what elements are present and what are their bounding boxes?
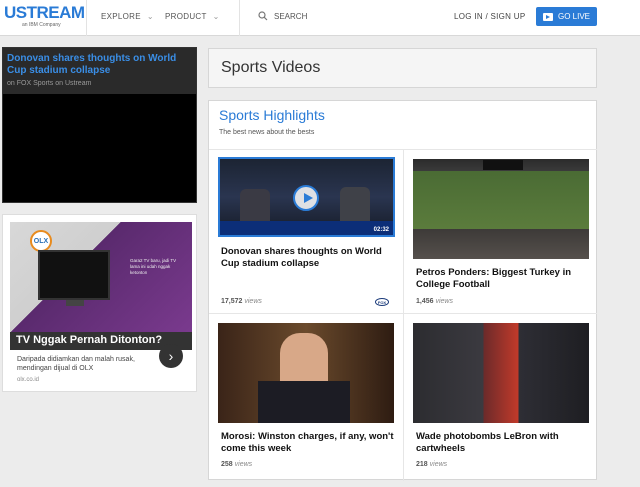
nav-explore[interactable]: EXPLORE ⌄ <box>101 12 154 21</box>
video-title[interactable]: Petros Ponders: Biggest Turkey in Colleg… <box>416 267 591 291</box>
chevron-down-icon: ⌄ <box>212 12 220 21</box>
camera-icon <box>542 12 553 21</box>
reporter-suit <box>258 381 350 423</box>
nav-product[interactable]: PRODUCT ⌄ <box>165 12 220 21</box>
video-card[interactable]: Petros Ponders: Biggest Turkey in Colleg… <box>403 149 597 313</box>
video-title[interactable]: Wade photobombs LeBron with cartwheels <box>416 431 591 455</box>
views-word: views <box>429 461 448 468</box>
login-signup-link[interactable]: LOG IN / SIGN UP <box>454 12 525 21</box>
video-thumbnail[interactable] <box>413 159 589 259</box>
advertisement[interactable]: OLX Gara2 TV baru, jadi TV lama ini udah… <box>2 214 197 392</box>
fox-logo: FOX <box>375 298 389 306</box>
view-count: 17,572 views <box>221 298 262 305</box>
view-count-number: 258 <box>221 461 233 468</box>
video-card[interactable]: 02:32 Donovan shares thoughts on World C… <box>209 149 403 313</box>
page-title: Sports Videos <box>221 59 321 76</box>
header-divider <box>239 0 240 36</box>
nav-product-label: PRODUCT <box>165 12 207 21</box>
ad-description: Daripada didiamkan dan malah rusak, mend… <box>17 356 135 372</box>
highlights-subtitle: The best news about the bests <box>219 129 315 136</box>
video-thumbnail[interactable]: 02:32 <box>218 157 395 237</box>
ad-bubble-text: Gara2 TV baru, jadi TV lama ini udah ngg… <box>130 258 177 275</box>
highlights-title: Sports Highlights <box>219 107 325 123</box>
view-count-number: 218 <box>416 461 428 468</box>
tv-image <box>38 250 110 306</box>
view-count: 1,456 views <box>416 298 453 305</box>
chevron-down-icon: ⌄ <box>146 12 154 21</box>
player-header: Donovan shares thoughts on World Cup sta… <box>3 48 196 94</box>
play-icon[interactable] <box>293 185 319 211</box>
search-label: SEARCH <box>274 11 308 21</box>
olx-logo: OLX <box>30 230 52 252</box>
top-header: USTREAM an IBM Company EXPLORE ⌄ PRODUCT ⌄… <box>0 0 640 36</box>
video-title[interactable]: Morosi: Winston charges, if any, won't c… <box>221 431 396 455</box>
nav-explore-label: EXPLORE <box>101 12 141 21</box>
go-live-label: GO LIVE <box>557 12 590 21</box>
category-header: Sports Videos <box>208 48 597 88</box>
views-word: views <box>234 461 253 468</box>
video-player[interactable]: Donovan shares thoughts on World Cup sta… <box>2 47 197 203</box>
video-thumbnail[interactable] <box>218 323 394 423</box>
views-word: views <box>435 298 453 305</box>
view-count: 218 views <box>416 461 447 468</box>
search-button[interactable]: SEARCH <box>258 11 307 21</box>
video-duration: 02:32 <box>373 227 389 233</box>
logo-subtext: an IBM Company <box>22 22 61 28</box>
chevron-right-icon[interactable]: › <box>159 344 183 368</box>
search-icon <box>258 11 268 21</box>
ad-image: OLX Gara2 TV baru, jadi TV lama ini udah… <box>10 222 192 332</box>
video-thumbnail[interactable] <box>413 323 589 423</box>
logo-text: USTREAM <box>4 3 85 22</box>
video-card[interactable]: Morosi: Winston charges, if any, won't c… <box>209 313 403 481</box>
desk <box>220 221 393 235</box>
video-card[interactable]: Wade photobombs LeBron with cartwheels 2… <box>403 313 597 481</box>
player-title[interactable]: Donovan shares thoughts on World Cup sta… <box>7 53 192 77</box>
sports-highlights-panel: Sports Highlights The best news about th… <box>208 100 597 481</box>
player-subtitle: on FOX Sports on Ustream <box>7 80 92 87</box>
ustream-logo[interactable]: USTREAM an IBM Company <box>4 3 85 29</box>
view-count: 258 views <box>221 461 252 468</box>
view-count-number: 17,572 <box>221 298 243 305</box>
video-title[interactable]: Donovan shares thoughts on World Cup sta… <box>221 246 396 270</box>
ad-domain: olx.co.id <box>17 377 40 383</box>
scoreboard <box>483 160 523 170</box>
header-divider <box>86 0 87 36</box>
go-live-button[interactable]: GO LIVE <box>536 7 597 26</box>
views-word: views <box>244 298 262 305</box>
view-count-number: 1,456 <box>416 298 434 305</box>
